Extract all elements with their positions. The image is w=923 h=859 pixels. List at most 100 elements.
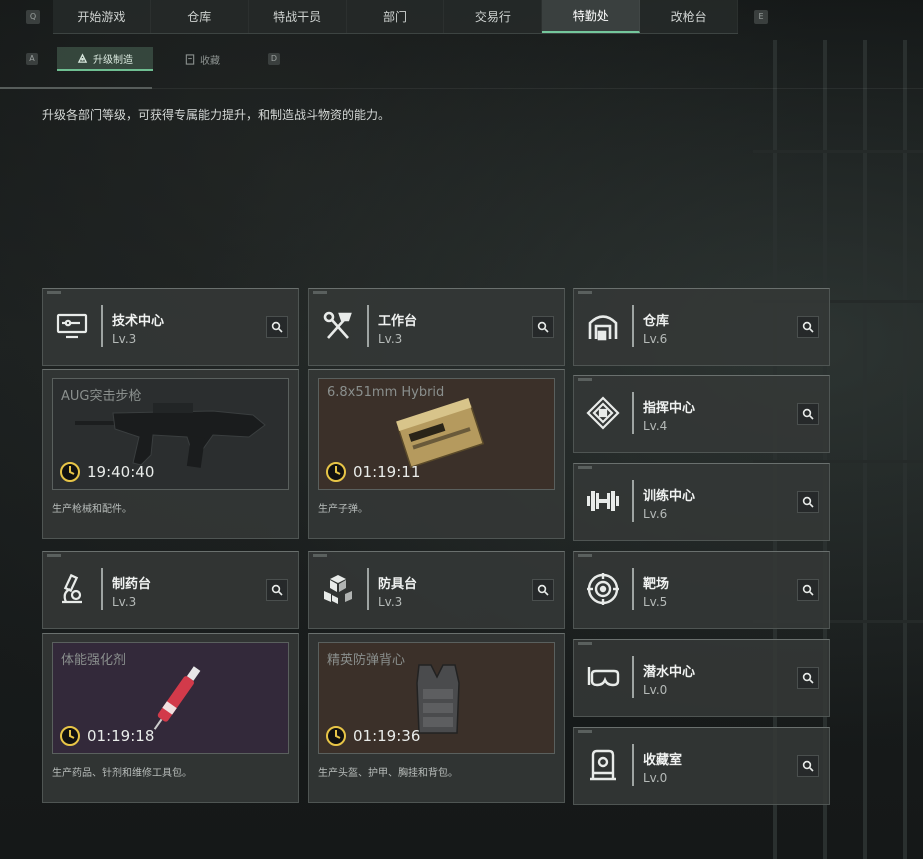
dept-name: 技术中心 [112,314,165,329]
timer-icon [326,726,346,746]
chip-icon [584,394,622,432]
search-icon [802,408,814,420]
dept-name: 防具台 [378,577,418,592]
dept-level: Lv.4 [643,419,668,433]
subtab-upgrade-craft[interactable]: 升级制造 [57,47,153,71]
timer-text: 01:19:36 [353,727,421,745]
dumbbell-icon [584,482,622,520]
tab-warehouse[interactable]: 仓库 [151,0,249,33]
search-icon [537,584,549,596]
tab-departments[interactable]: 部门 [347,0,445,33]
search-button[interactable] [797,403,819,425]
dept-card-shooting-range[interactable]: 靶场 Lv.5 [573,551,830,629]
search-button[interactable] [797,755,819,777]
production-card-armor[interactable]: 精英防弹背心 01:19:36 生产头盔、护甲、胸挂和背包。 [308,633,565,803]
subtab-collection-label: 收藏 [200,55,220,67]
dept-card-command-center[interactable]: 指挥中心 Lv.4 [573,375,830,453]
key-hint-next-tab: E [754,10,768,24]
production-timer: 01:19:18 [59,725,154,747]
dept-card-warehouse[interactable]: 仓库 Lv.6 [573,288,830,366]
search-icon [537,321,549,333]
dept-card-workbench[interactable]: 工作台 Lv.3 [308,288,565,366]
tab-gunsmith[interactable]: 改枪台 [640,0,739,33]
production-preview[interactable]: 6.8x51mm Hybrid 01:19:11 [318,378,555,490]
dept-card-tech-center[interactable]: 技术中心 Lv.3 [42,288,299,366]
card-separator [632,744,634,786]
tab-operators[interactable]: 特战干员 [249,0,347,33]
dept-name: 靶场 [643,577,670,592]
production-preview[interactable]: AUG突击步枪 19:40:40 [52,378,289,490]
production-card-workbench[interactable]: 6.8x51mm Hybrid 01:19:11 生产子弹。 [308,369,565,539]
dept-card-collection-room[interactable]: 收藏室 Lv.0 [573,727,830,805]
dept-card-training-center[interactable]: 训练中心 Lv.6 [573,463,830,541]
main-tabs: 开始游戏 仓库 特战干员 部门 交易行 特勤处 改枪台 [53,0,739,34]
dept-level: Lv.0 [643,771,668,785]
timer-text: 19:40:40 [87,463,155,481]
timer-icon [60,726,80,746]
page-description: 升级各部门等级，可获得专属能力提升，和制造战斗物资的能力。 [42,108,391,122]
top-nav: Q 开始游戏 仓库 特战干员 部门 交易行 特勤处 改枪台 E [0,0,923,34]
subtab-collection[interactable]: 收藏 [165,47,245,71]
search-icon [802,321,814,333]
production-preview[interactable]: 精英防弹背心 01:19:36 [318,642,555,754]
production-timer: 01:19:11 [325,461,420,483]
warehouse-icon [584,307,622,345]
search-icon [802,672,814,684]
production-card-tech-center[interactable]: AUG突击步枪 19:40:40 生产枪械和配件。 [42,369,299,539]
dept-level: Lv.6 [643,507,668,521]
search-button[interactable] [797,491,819,513]
production-description: 生产药品、针剂和维修工具包。 [52,768,192,779]
subtab-upgrade-craft-label: 升级制造 [93,54,133,66]
dept-level: Lv.0 [643,683,668,697]
tab-start-game[interactable]: 开始游戏 [53,0,151,33]
card-corner-tag [578,378,592,381]
dept-name: 指挥中心 [643,401,696,416]
production-description: 生产头盔、护甲、胸挂和背包。 [318,768,458,779]
dept-level: Lv.3 [112,332,137,346]
search-button[interactable] [797,316,819,338]
dept-card-diving-center[interactable]: 潜水中心 Lv.0 [573,639,830,717]
dept-name: 训练中心 [643,489,696,504]
tab-special-ops[interactable]: 特勤处 [542,0,641,33]
production-card-pharmacy[interactable]: 体能强化剂 01:19:18 生产药品、针剂和维修工具包。 [42,633,299,803]
tab-trading[interactable]: 交易行 [444,0,543,33]
search-button[interactable] [797,667,819,689]
card-separator [101,568,103,610]
tools-icon [319,307,357,345]
card-corner-tag [578,554,592,557]
dept-level: Lv.6 [643,332,668,346]
dept-card-armor[interactable]: 防具台 Lv.3 [308,551,565,629]
card-corner-tag [578,642,592,645]
dept-level: Lv.3 [378,595,403,609]
microscope-icon [53,570,91,608]
timer-text: 01:19:18 [87,727,155,745]
card-separator [632,480,634,522]
production-preview[interactable]: 体能强化剂 01:19:18 [52,642,289,754]
timer-text: 01:19:11 [353,463,421,481]
dept-name: 工作台 [378,314,418,329]
card-corner-tag [47,291,61,294]
search-button[interactable] [266,316,288,338]
search-button[interactable] [532,579,554,601]
card-separator [367,305,369,347]
display-case-icon [584,746,622,784]
dept-level: Lv.5 [643,595,668,609]
search-button[interactable] [797,579,819,601]
dept-name: 潜水中心 [643,665,696,680]
search-icon [271,584,283,596]
target-icon [584,570,622,608]
production-timer: 19:40:40 [59,461,154,483]
production-description: 生产枪械和配件。 [52,504,132,515]
search-icon [802,584,814,596]
card-corner-tag [578,291,592,294]
dept-name: 仓库 [643,314,670,329]
timer-icon [60,462,80,482]
card-separator [101,305,103,347]
craft-icon [77,52,88,64]
key-hint-prev-tab: Q [26,10,40,24]
search-icon [271,321,283,333]
dept-card-pharmacy[interactable]: 制药台 Lv.3 [42,551,299,629]
search-button[interactable] [532,316,554,338]
collection-icon [185,53,195,65]
search-button[interactable] [266,579,288,601]
